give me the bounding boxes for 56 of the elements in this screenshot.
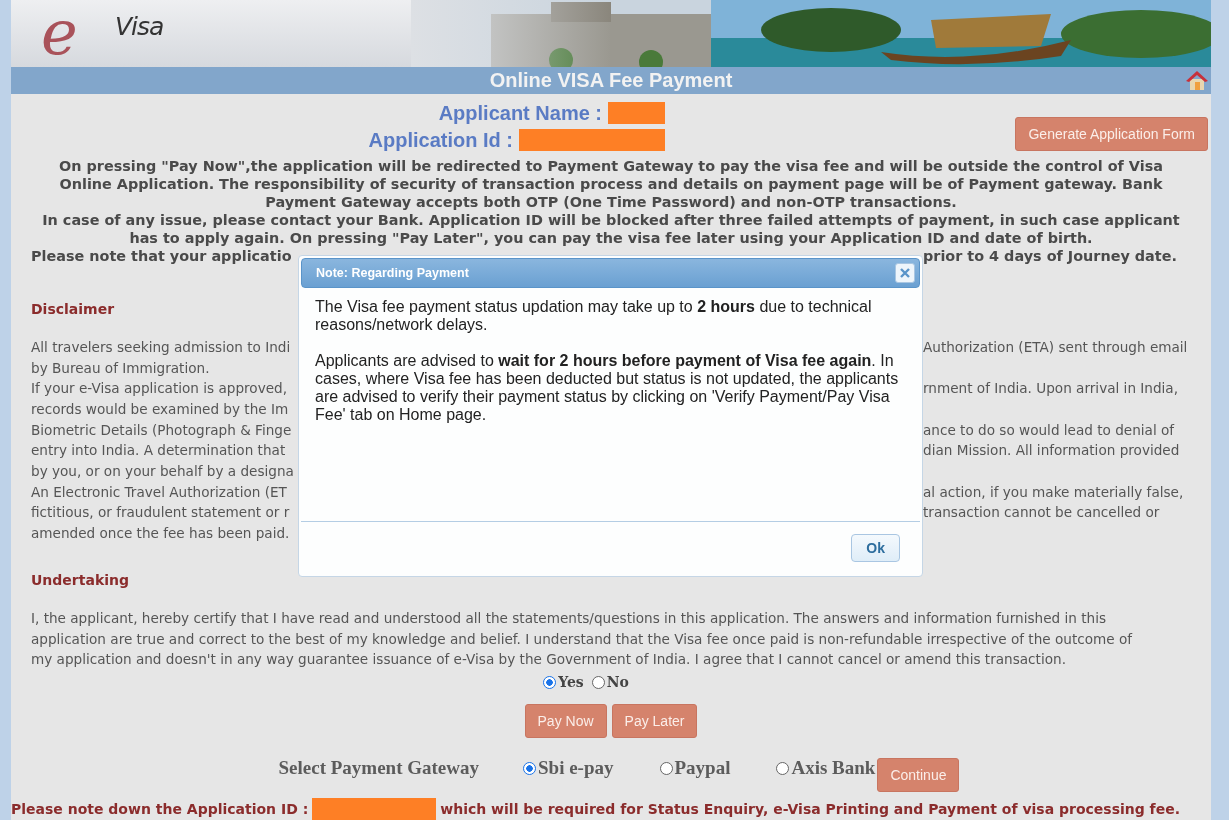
disclaimer-text: by Bureau of Immigration. <box>31 358 211 378</box>
close-icon <box>900 268 910 278</box>
dialog-text: The Visa fee payment status updation may take up to 2 hours due to technical reasons/network delays. <box>315 298 873 334</box>
applicant-label: Applicant Name : <box>438 101 602 125</box>
close-button[interactable] <box>895 263 915 283</box>
radio-button[interactable] <box>776 761 790 775</box>
disclaimer-text: fictitious, or fraudulent statement or r <box>31 503 291 523</box>
dialog-title: Note: Regarding Payment <box>316 266 469 280</box>
disclaimer-text: An Electronic Travel Authorization (ET <box>31 482 288 502</box>
radio-button[interactable] <box>543 675 557 689</box>
notice-text: Please note that your applicatio <box>31 246 293 265</box>
disclaimer-text: Authorization (ETA) sent through email <box>923 337 1189 357</box>
disclaimer-text: amended once the fee has been paid. <box>31 524 291 544</box>
dialog-text: Applicants are advised to wait for 2 hours before payment of Visa fee again. In cases, where Visa fee has been deducted but status is not updated, the applicants are advised to verify their payment status by clicking on 'Verify Payment/Pay Visa Fee' tab on Home page. <box>315 352 900 424</box>
disclaimer-text: All travelers seeking admission to Indi <box>31 337 292 357</box>
disclaimer-text: rnment of India. Upon arrival in India, <box>923 379 1179 399</box>
gateway-label: Select Payment Gateway <box>278 757 479 779</box>
disclaimer-text: dian Mission. All information provided <box>923 441 1181 461</box>
section-heading: Undertaking <box>31 571 129 588</box>
page-title: Online VISA Fee Payment <box>489 68 733 92</box>
radio-button[interactable] <box>523 761 536 775</box>
notice-text: has to apply again. On pressing "Pay Later", you can pay the visa fee later using your Application ID and date of birth. <box>129 228 1093 247</box>
section-heading: Disclaimer <box>31 300 115 317</box>
payment-button[interactable]: Pay Now <box>524 704 607 738</box>
payment-button[interactable]: Pay Later <box>611 704 698 738</box>
logo-text: Visa <box>115 12 164 41</box>
disclaimer-text: transaction cannot be cancelled or <box>923 503 1161 523</box>
disclaimer-text: ance to do so would lead to denial of <box>923 420 1176 440</box>
radio-button[interactable] <box>659 761 673 775</box>
radio-label: Sbi e-pay <box>538 757 614 779</box>
footer-note: which will be required for Status Enquiry, e-Visa Printing and Payment of visa processing fee. <box>440 801 1181 817</box>
redacted-value <box>608 102 665 125</box>
radio-label: Paypal <box>674 757 731 779</box>
applicant-label: Application Id : <box>368 128 513 152</box>
notice-text: Payment Gateway accepts both OTP (One Time Password) and non-OTP transactions. <box>265 192 957 211</box>
disclaimer-text: If your e-Visa application is approved, <box>31 379 289 399</box>
disclaimer-text: al action, if you make materially false, <box>923 482 1185 502</box>
notice-text: On pressing "Pay Now",the application will be redirected to Payment Gateway to pay the visa fee and will be outside the control of Visa <box>59 156 1163 175</box>
disclaimer-text: by you, or on your behalf by a designa <box>31 462 295 482</box>
ok-button[interactable]: Ok <box>851 534 900 562</box>
radio-label: Axis Bank <box>791 757 876 779</box>
continue-button[interactable]: Continue <box>877 758 960 792</box>
disclaimer-text: Biometric Details (Photograph & Finge <box>31 420 293 440</box>
undertaking-text: I, the applicant, hereby certify that I have read and understood all the statements/questions in this application. The answers and information furnished in this application are true and correct to the best of my knowledge and belief. I understand that the Visa fee once paid is non-refundable irrespective of the outcome of my application and doesn't in any way guarantee issuance of e-Visa by the Government of India. I agree that I cannot cancel or amend this transaction. <box>31 608 1134 670</box>
logo-letter: e <box>41 2 78 64</box>
notice-text: In case of any issue, please contact your Bank. Application ID will be blocked after three failed attempts of payment, in such case applicant <box>42 210 1180 229</box>
footer-note: Please note down the Application ID : <box>11 801 309 817</box>
radio-label: Yes <box>558 674 584 690</box>
notice-text: prior to 4 days of Journey date. <box>923 246 1178 265</box>
radio-button[interactable] <box>591 675 605 689</box>
notice-text: Online Application. The responsibility of security of transaction process and details on payment page will be of Payment gateway. Bank <box>59 174 1163 193</box>
disclaimer-text: entry into India. A determination that <box>31 441 287 461</box>
disclaimer-text: records would be examined by the Im <box>31 399 290 419</box>
radio-label: No <box>606 674 629 690</box>
home-icon[interactable] <box>1185 69 1209 92</box>
generate-form-button[interactable]: Generate Application Form <box>1015 116 1208 151</box>
